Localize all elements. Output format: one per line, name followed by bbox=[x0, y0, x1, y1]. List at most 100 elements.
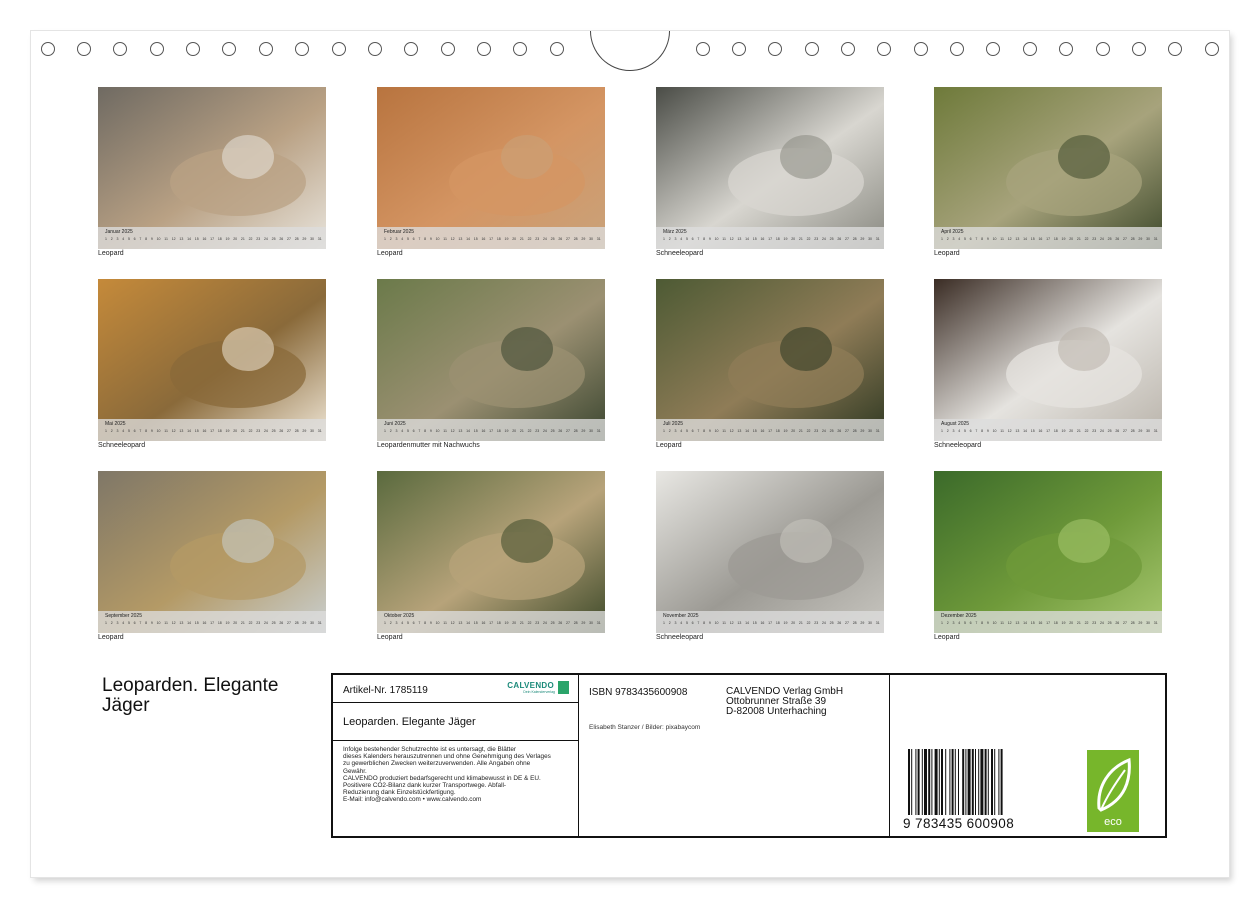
day-number: 18 bbox=[1053, 429, 1058, 433]
day-number: 3 bbox=[116, 429, 119, 433]
day-number: 27 bbox=[566, 237, 570, 241]
day-number: 23 bbox=[1092, 429, 1097, 433]
product-title-cell: Leoparden. Elegante Jäger bbox=[333, 703, 579, 741]
day-number: 24 bbox=[1099, 621, 1104, 625]
day-number: 22 bbox=[806, 429, 811, 433]
day-number: 24 bbox=[1099, 237, 1104, 241]
day-number: 5 bbox=[963, 237, 966, 241]
day-number: 28 bbox=[573, 429, 578, 433]
day-number: 5 bbox=[685, 237, 688, 241]
day-number: 20 bbox=[791, 429, 796, 433]
day-number: 19 bbox=[1061, 429, 1066, 433]
day-number: 14 bbox=[1023, 237, 1027, 241]
day-number: 2 bbox=[110, 429, 113, 433]
month-photo: Dezember 2025 1 2 3 4 5 6 7 8 9 10 11 12 13 14 15 16 17 18… bbox=[934, 471, 1162, 633]
legal-line: E-Mail: info@calvendo.com • www.calvendo… bbox=[343, 796, 482, 804]
day-number: 18 bbox=[496, 237, 501, 241]
day-number: 11 bbox=[443, 621, 447, 625]
day-number: 20 bbox=[233, 621, 238, 625]
binding-hole bbox=[1059, 42, 1073, 56]
day-number: 10 bbox=[435, 237, 440, 241]
binding-hole bbox=[77, 42, 91, 56]
eco-badge: eco bbox=[1087, 750, 1139, 832]
legal-line: Reduzierung dank Einzelstückfertigung. bbox=[343, 789, 456, 797]
day-number: 5 bbox=[406, 429, 409, 433]
day-number: 13 bbox=[179, 237, 184, 241]
day-number: 26 bbox=[837, 621, 842, 625]
day-number: 30 bbox=[589, 237, 593, 241]
day-number: 25 bbox=[1107, 429, 1112, 433]
day-number: 14 bbox=[1023, 621, 1027, 625]
day-number: 22 bbox=[1084, 621, 1089, 625]
day-number: 29 bbox=[581, 237, 586, 241]
photo-caption: Leopard bbox=[934, 250, 960, 257]
day-number: 18 bbox=[496, 429, 501, 433]
day-number: 19 bbox=[783, 621, 788, 625]
day-number: 4 bbox=[122, 621, 125, 625]
day-number: 22 bbox=[806, 621, 811, 625]
day-number: 15 bbox=[1030, 237, 1035, 241]
month-photo: Juni 2025 1 2 3 4 5 6 7 8 9 10 11 12 13 14 15 16 17 18 19 20… bbox=[377, 279, 605, 441]
day-number: 31 bbox=[317, 621, 322, 625]
publisher-cell: ISBN 9783435600908 Elisabeth Stanzer / B… bbox=[579, 675, 890, 838]
day-number: 15 bbox=[194, 621, 199, 625]
day-number: 13 bbox=[458, 429, 463, 433]
day-number: 10 bbox=[714, 237, 719, 241]
day-number: 13 bbox=[1015, 429, 1020, 433]
month-days: 1 2 3 4 5 6 7 8 9 10 11 12 13 14 15 16 17 18 19 20 21 22 23 24 2… bbox=[105, 237, 322, 245]
day-number: 1 bbox=[384, 429, 386, 433]
day-number: 21 bbox=[1076, 429, 1081, 433]
day-number: 25 bbox=[1107, 621, 1112, 625]
legal-line: dieses Kalenders herauszutrennen und ohn… bbox=[343, 753, 551, 761]
calvendo-logo: CALVENDO bbox=[507, 681, 554, 690]
photo-caption: Leopard bbox=[377, 250, 403, 257]
day-number: 29 bbox=[1138, 237, 1143, 241]
day-number: 20 bbox=[1069, 621, 1074, 625]
month-photo: September 2025 1 2 3 4 5 6 7 8 9 10 11 12 13 14 15 16 17 1… bbox=[98, 471, 326, 633]
day-number: 18 bbox=[217, 621, 222, 625]
binding-hole bbox=[986, 42, 1000, 56]
day-number: 21 bbox=[798, 429, 803, 433]
day-number: 25 bbox=[550, 429, 555, 433]
day-number: 12 bbox=[729, 621, 734, 625]
day-number: 15 bbox=[473, 429, 478, 433]
month-photo: Juli 2025 1 2 3 4 5 6 7 8 9 10 11 12 13 14 15 16 17 18 19 20… bbox=[656, 279, 884, 441]
day-number: 30 bbox=[868, 429, 872, 433]
month-days: 1 2 3 4 5 6 7 8 9 10 11 12 13 14 15 16 17 18 19 20 21 22 23 24 2… bbox=[663, 429, 880, 437]
photo-caption: Schneeleopard bbox=[934, 442, 982, 449]
month-days: 1 2 3 4 5 6 7 8 9 10 11 12 13 14 15 16 17 18 19 20 21 22 23 24 2… bbox=[941, 429, 1158, 437]
day-number: 19 bbox=[1061, 237, 1066, 241]
binding-hole bbox=[1023, 42, 1037, 56]
month-photo: Februar 2025 1 2 3 4 5 6 7 8 9 10 11 12 13 14 15 16 17 18 1… bbox=[377, 87, 605, 249]
day-number: 22 bbox=[527, 237, 532, 241]
binding-hole bbox=[477, 42, 491, 56]
binding-hole bbox=[696, 42, 710, 56]
day-number: 12 bbox=[450, 621, 455, 625]
day-number: 27 bbox=[287, 621, 291, 625]
day-number: 22 bbox=[248, 621, 253, 625]
day-number: 23 bbox=[814, 237, 819, 241]
day-number: 3 bbox=[952, 429, 955, 433]
day-number: 3 bbox=[952, 621, 955, 625]
month-calendar-strip: Oktober 2025 1 2 3 4 5 6 7 8 9 10 11 12 13 14 15 16 17 18 1… bbox=[377, 611, 605, 633]
day-number: 10 bbox=[992, 429, 997, 433]
day-number: 28 bbox=[294, 237, 299, 241]
day-number: 17 bbox=[210, 621, 215, 625]
day-number: 30 bbox=[1146, 237, 1150, 241]
calvendo-logo-icon bbox=[558, 681, 569, 694]
day-number: 22 bbox=[527, 429, 532, 433]
day-number: 16 bbox=[202, 429, 207, 433]
day-number: 13 bbox=[1015, 237, 1020, 241]
day-number: 20 bbox=[1069, 429, 1074, 433]
day-number: 4 bbox=[401, 237, 404, 241]
day-number: 5 bbox=[127, 429, 130, 433]
day-number: 20 bbox=[512, 237, 517, 241]
month-calendar-strip: Mai 2025 1 2 3 4 5 6 7 8 9 10 11 12 13 14 15 16 17 18 19 20 2… bbox=[98, 419, 326, 441]
day-number: 15 bbox=[752, 237, 757, 241]
day-number: 18 bbox=[496, 621, 501, 625]
month-calendar-strip: November 2025 1 2 3 4 5 6 7 8 9 10 11 12 13 14 15 16 17 18… bbox=[656, 611, 884, 633]
month-photo: März 2025 1 2 3 4 5 6 7 8 9 10 11 12 13 14 15 16 17 18 19 20… bbox=[656, 87, 884, 249]
day-number: 20 bbox=[791, 237, 796, 241]
leopard-photo-icon bbox=[656, 87, 884, 249]
day-number: 16 bbox=[1038, 237, 1043, 241]
